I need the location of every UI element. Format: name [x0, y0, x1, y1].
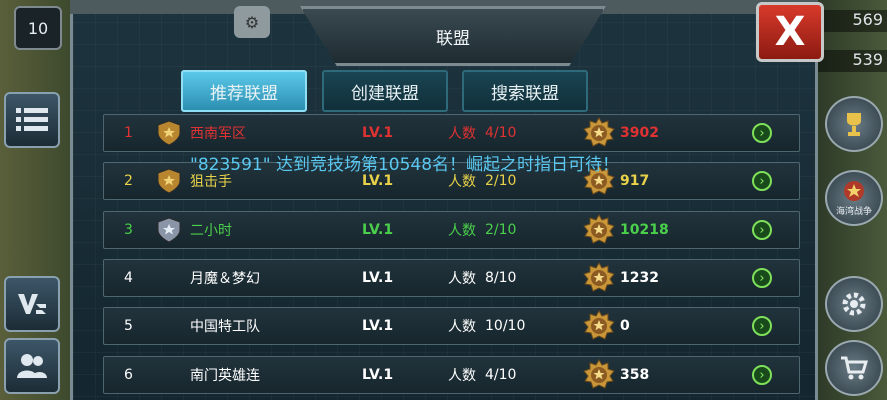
- alliance-level: LV.1: [362, 367, 394, 383]
- resource-counter-second: 539: [817, 50, 887, 72]
- broadcast-ticker: "823591" 达到竞技场第10548名！崛起之时指日可待！: [190, 155, 620, 175]
- tab-search-alliance[interactable]: 搜索联盟: [462, 70, 588, 112]
- settings-button[interactable]: [825, 276, 883, 332]
- alliance-name: 西南军区: [190, 126, 246, 142]
- alliance-name: 二小时: [190, 223, 232, 239]
- member-count-label: 人数: [448, 271, 476, 287]
- alliance-score: 0: [620, 318, 630, 334]
- rank-number: 3: [124, 222, 133, 238]
- alliance-shield-icon: [157, 217, 181, 243]
- alliance-level: LV.1: [362, 318, 394, 334]
- member-count-label: 人数: [448, 126, 476, 142]
- panel-title-plate: 联盟: [300, 6, 606, 66]
- alliance-row[interactable]: 3 二小时 LV.1 人数 2/10 10218 ›: [103, 211, 800, 249]
- shield-slot: [156, 163, 182, 199]
- cart-icon: [841, 356, 869, 380]
- star-badge-slot: [582, 212, 616, 248]
- rank-number: 4: [124, 270, 133, 286]
- trophy-icon: [847, 113, 861, 136]
- chevron-right-icon: ›: [752, 123, 772, 143]
- close-button[interactable]: X: [756, 2, 824, 62]
- alliance-name: 中国特工队: [190, 319, 260, 335]
- alliance-level: LV.1: [362, 222, 394, 238]
- tab-recommended-alliances[interactable]: 推荐联盟: [181, 70, 307, 112]
- chevron-right-icon: ›: [752, 220, 772, 240]
- member-count-label: 人数: [448, 223, 476, 239]
- star-badge-slot: [582, 308, 616, 344]
- rank-number: 5: [124, 318, 133, 334]
- alliance-score: 3902: [620, 125, 659, 141]
- chevron-right-icon: ›: [752, 171, 772, 191]
- alliance-row[interactable]: 1 西南军区 LV.1 人数 4/10 3902 ›: [103, 114, 800, 152]
- resource-counter-top: 569: [817, 10, 887, 32]
- star-badge-icon: [583, 310, 615, 340]
- member-count-value: 2/10: [485, 222, 517, 238]
- alliance-shield-icon: [157, 120, 181, 146]
- tab-create-alliance[interactable]: 创建联盟: [322, 70, 448, 112]
- row-open-button[interactable]: ›: [750, 308, 774, 344]
- gulf-war-button[interactable]: 海湾战争: [825, 170, 883, 226]
- menu-list-button[interactable]: [4, 92, 60, 148]
- row-open-button[interactable]: ›: [750, 212, 774, 248]
- shop-cart-button[interactable]: [825, 340, 883, 396]
- rank-number: 2: [124, 173, 133, 189]
- row-open-button[interactable]: ›: [750, 115, 774, 151]
- gulf-war-label: 海湾战争: [835, 207, 872, 217]
- star-badge-icon: [583, 214, 615, 244]
- alliance-name: 南门英雄连: [190, 368, 260, 384]
- star-badge-slot: [582, 357, 616, 393]
- row-open-button[interactable]: ›: [750, 357, 774, 393]
- alliance-name: 月魔＆梦幻: [190, 271, 260, 287]
- row-open-button[interactable]: ›: [750, 163, 774, 199]
- member-count-label: 人数: [448, 368, 476, 384]
- alliance-row[interactable]: 6 南门英雄连 LV.1 人数 4/10 358 ›: [103, 356, 800, 394]
- alliance-row[interactable]: 5 中国特工队 LV.1 人数 10/10 0 ›: [103, 307, 800, 345]
- alliance-score: 1232: [620, 270, 659, 286]
- chevron-right-icon: ›: [752, 268, 772, 288]
- alliance-row[interactable]: 4 月魔＆梦幻 LV.1 人数 8/10 1232 ›: [103, 259, 800, 297]
- chevron-right-icon: ›: [752, 316, 772, 336]
- rank-number: 1: [124, 125, 133, 141]
- alliance-shield-icon: [157, 168, 181, 194]
- list-icon: [16, 108, 48, 131]
- page-title: 联盟: [436, 28, 470, 49]
- alliance-score: 358: [620, 367, 650, 383]
- star-badge-slot: [582, 260, 616, 296]
- friends-icon: [17, 354, 47, 378]
- member-count-value: 4/10: [485, 367, 517, 383]
- versus-button[interactable]: [4, 276, 60, 332]
- member-count-value: 4/10: [485, 125, 517, 141]
- player-level-badge: 10: [14, 6, 62, 50]
- shield-slot: [156, 260, 182, 296]
- shield-slot: [156, 357, 182, 393]
- row-open-button[interactable]: ›: [750, 260, 774, 296]
- wrench-icon: ⚙: [234, 6, 270, 38]
- medal-icon: [844, 181, 864, 201]
- gear-icon: [842, 292, 866, 316]
- shield-slot: [156, 115, 182, 151]
- alliance-level: LV.1: [362, 125, 394, 141]
- shield-slot: [156, 212, 182, 248]
- star-badge-icon: [583, 359, 615, 389]
- shield-slot: [156, 308, 182, 344]
- rank-number: 6: [124, 367, 133, 383]
- alliance-score: 917: [620, 173, 650, 189]
- star-badge-slot: [582, 115, 616, 151]
- item-shop-button[interactable]: [825, 96, 883, 152]
- alliance-score: 10218: [620, 222, 669, 238]
- vs-icon: [18, 294, 46, 314]
- star-badge-icon: [583, 117, 615, 147]
- chevron-right-icon: ›: [752, 365, 772, 385]
- member-count-value: 10/10: [485, 318, 526, 334]
- friends-button[interactable]: [4, 338, 60, 394]
- member-count-label: 人数: [448, 319, 476, 335]
- star-badge-icon: [583, 262, 615, 292]
- alliance-level: LV.1: [362, 270, 394, 286]
- member-count-value: 8/10: [485, 270, 517, 286]
